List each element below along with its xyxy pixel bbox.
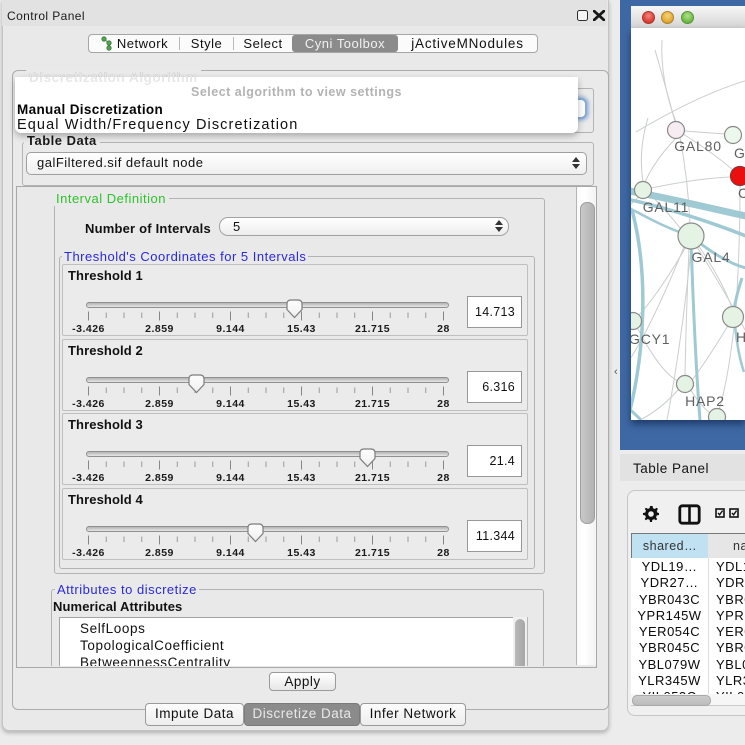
- svg-text:GCY1: GCY1: [631, 331, 670, 347]
- svg-text:HAP2: HAP2: [685, 393, 725, 409]
- svg-text:H: H: [736, 329, 745, 345]
- svg-text:GAL11: GAL11: [643, 199, 690, 215]
- svg-text:GA: GA: [734, 145, 745, 161]
- svg-text:CD: CD: [738, 185, 745, 201]
- svg-text:GAL4: GAL4: [692, 249, 731, 265]
- svg-text:GAL80: GAL80: [674, 138, 722, 154]
